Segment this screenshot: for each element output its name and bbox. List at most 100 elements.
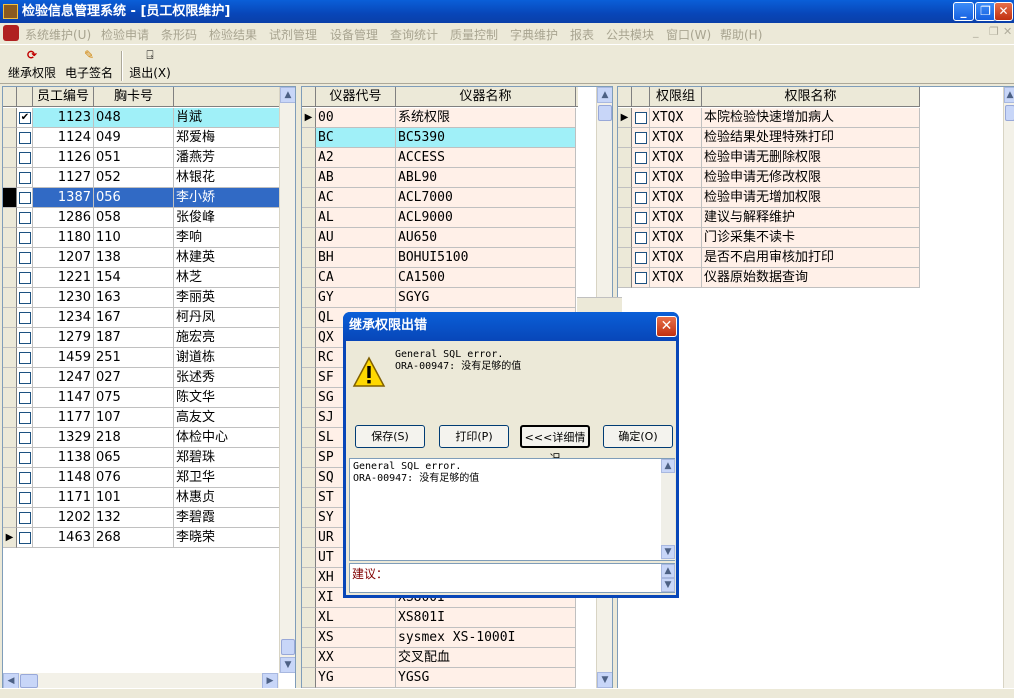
checkbox[interactable] (19, 172, 31, 184)
checkbox[interactable] (19, 132, 31, 144)
scroll-up-icon[interactable]: ▲ (661, 459, 675, 473)
table-row[interactable]: BC BC5390 (302, 128, 578, 148)
menu-item[interactable]: 窗口(W) (666, 26, 711, 43)
employee-hscroll[interactable]: ◀ ▶ (3, 673, 279, 689)
ok-button[interactable]: 确定(O) (603, 425, 673, 448)
table-row[interactable]: 1279 187 施宏亮 (3, 328, 280, 348)
checkbox[interactable] (19, 192, 31, 204)
table-row[interactable]: ▶ 1463 268 李晓荣 (3, 528, 280, 548)
table-row[interactable]: 1221 154 林芝 (3, 268, 280, 288)
row-check-cell[interactable] (17, 448, 33, 468)
header-instrument-name[interactable]: 仪器名称 (396, 87, 576, 107)
row-check-cell[interactable]: ✔ (17, 108, 33, 128)
header-permission-name[interactable]: 权限名称 (702, 87, 920, 107)
scroll-up-icon[interactable]: ▲ (661, 564, 675, 578)
table-row[interactable]: XTQX 检验结果处理特殊打印 (618, 128, 920, 148)
table-row[interactable]: 1148 076 郑卫华 (3, 468, 280, 488)
permission-vscroll[interactable]: ▲ (1003, 87, 1014, 689)
table-row[interactable]: AU AU650 (302, 228, 578, 248)
row-check-cell[interactable] (17, 188, 33, 208)
table-row[interactable]: XTQX 门诊采集不读卡 (618, 228, 920, 248)
menu-item[interactable]: 设备管理 (330, 26, 378, 43)
checkbox[interactable] (635, 112, 647, 124)
table-row[interactable]: 1180 110 李响 (3, 228, 280, 248)
checkbox[interactable] (19, 532, 31, 544)
table-row[interactable]: 1177 107 高友文 (3, 408, 280, 428)
checkbox[interactable] (19, 512, 31, 524)
menu-item[interactable]: 检验申请 (101, 26, 149, 43)
row-check-cell[interactable] (17, 268, 33, 288)
scroll-down-icon[interactable]: ▼ (661, 545, 675, 559)
mdi-close-button[interactable]: ✕ (1003, 25, 1012, 38)
checkbox[interactable] (635, 132, 647, 144)
table-row[interactable]: XL XS801I (302, 608, 578, 628)
checkbox[interactable] (19, 392, 31, 404)
row-check-cell[interactable] (17, 428, 33, 448)
save-button[interactable]: 保存(S) (355, 425, 425, 448)
menu-item[interactable]: 公共模块 (606, 26, 654, 43)
table-row[interactable]: XX 交叉配血 (302, 648, 578, 668)
checkbox[interactable] (19, 252, 31, 264)
table-row[interactable]: 1126 051 潘燕芳 (3, 148, 280, 168)
table-row[interactable]: XTQX 检验申请无修改权限 (618, 168, 920, 188)
checkbox[interactable] (19, 212, 31, 224)
error-detail-text[interactable]: General SQL error. ORA-00947: 没有足够的值 (349, 458, 675, 561)
scroll-thumb[interactable] (281, 639, 295, 655)
row-check-cell[interactable] (17, 468, 33, 488)
row-check-cell[interactable] (632, 208, 650, 228)
mdi-restore-button[interactable]: ❐ (989, 25, 999, 38)
checkbox[interactable] (19, 412, 31, 424)
table-row[interactable]: XTQX 检验申请无增加权限 (618, 188, 920, 208)
row-check-cell[interactable] (17, 168, 33, 188)
checkbox[interactable] (635, 232, 647, 244)
checkbox[interactable] (19, 272, 31, 284)
table-row[interactable]: ✔ 1123 048 肖斌 (3, 108, 280, 128)
row-check-cell[interactable] (17, 348, 33, 368)
row-check-cell[interactable] (632, 168, 650, 188)
table-row[interactable]: ▶ 00 系统权限 (302, 108, 578, 128)
menu-item[interactable]: 质量控制 (450, 26, 498, 43)
menu-item[interactable]: 试剂管理 (269, 26, 317, 43)
checkbox[interactable] (19, 332, 31, 344)
checkbox[interactable] (19, 432, 31, 444)
table-row[interactable]: A2 ACCESS (302, 148, 578, 168)
table-row[interactable]: GY SGYG (302, 288, 578, 308)
exit-button[interactable]: ⍈ 退出(X) (127, 49, 173, 83)
checkbox[interactable] (19, 352, 31, 364)
scroll-up-icon[interactable]: ▲ (597, 87, 612, 103)
row-check-cell[interactable] (17, 388, 33, 408)
table-row[interactable]: 1207 138 林建英 (3, 248, 280, 268)
row-check-cell[interactable] (17, 228, 33, 248)
scroll-up-icon[interactable]: ▲ (280, 87, 295, 103)
checkbox[interactable] (635, 192, 647, 204)
mdi-minimize-button[interactable]: _ (973, 25, 979, 38)
employee-vscroll[interactable]: ▲ ▼ (279, 87, 295, 673)
row-check-cell[interactable] (17, 408, 33, 428)
table-row[interactable]: YG YGSG (302, 668, 578, 688)
checkbox[interactable] (635, 152, 647, 164)
scroll-right-icon[interactable]: ▶ (262, 673, 278, 689)
table-row[interactable]: ▶ XTQX 本院检验快速增加病人 (618, 108, 920, 128)
dialog-close-button[interactable]: ✕ (656, 316, 677, 337)
row-check-cell[interactable] (17, 208, 33, 228)
table-row[interactable]: XTQX 仪器原始数据查询 (618, 268, 920, 288)
row-check-cell[interactable] (632, 228, 650, 248)
row-check-cell[interactable] (17, 148, 33, 168)
table-row[interactable]: AB ABL90 (302, 168, 578, 188)
header-card-no[interactable]: 胸卡号 (94, 87, 174, 107)
checkbox[interactable] (19, 372, 31, 384)
row-check-cell[interactable] (17, 368, 33, 388)
checkbox[interactable] (19, 232, 31, 244)
print-button[interactable]: 打印(P) (439, 425, 509, 448)
table-row[interactable]: XTQX 建议与解释维护 (618, 208, 920, 228)
table-row[interactable]: 1234 167 柯丹凤 (3, 308, 280, 328)
table-row[interactable]: 1127 052 林银花 (3, 168, 280, 188)
scroll-up-icon[interactable]: ▲ (1004, 87, 1014, 103)
header-employee-id[interactable]: 员工编号 (33, 87, 94, 107)
maximize-button[interactable]: ❐ (975, 2, 996, 21)
table-row[interactable]: 1387 056 李小娇 (3, 188, 280, 208)
row-check-cell[interactable] (17, 508, 33, 528)
checkbox[interactable] (19, 452, 31, 464)
menu-item[interactable]: 检验结果 (209, 26, 257, 43)
row-check-cell[interactable] (17, 488, 33, 508)
